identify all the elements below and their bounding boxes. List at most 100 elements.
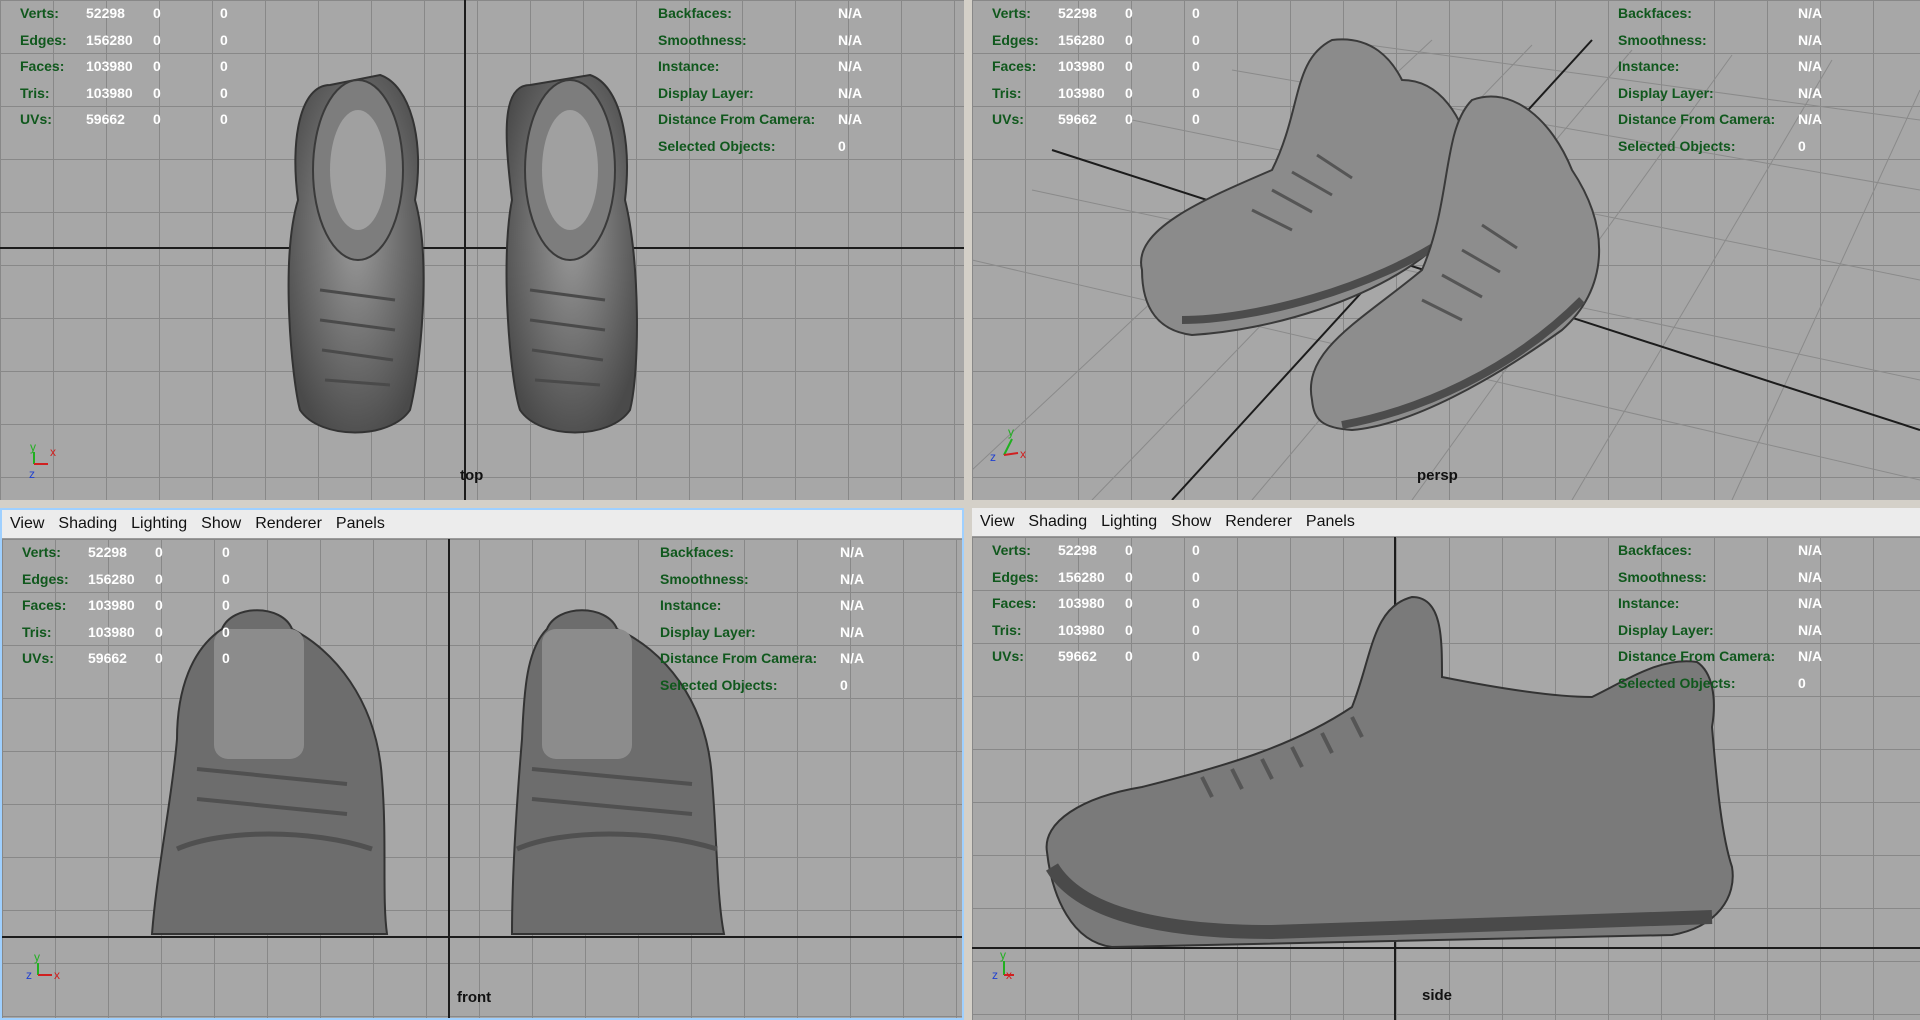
- hud-info-row: Distance From Camera: N/A: [1618, 106, 1822, 133]
- hud-stat-label: Faces:: [992, 595, 1037, 611]
- hud-info-label: Backfaces:: [660, 544, 734, 560]
- hud-stat-row: UVs: 59662 0 0: [22, 645, 230, 672]
- menu-renderer[interactable]: Renderer: [1225, 513, 1292, 531]
- hud-info-value: N/A: [1798, 542, 1823, 558]
- hud-stat-value: 156280: [1058, 568, 1105, 585]
- hud-stat-row: UVs: 59662 0 0: [992, 643, 1200, 670]
- hud-info-label: Display Layer:: [660, 623, 756, 640]
- hud-stat-value: 0: [1192, 31, 1200, 48]
- hud-info-row: Selected Objects: 0: [1618, 133, 1822, 160]
- viewport-side-panel[interactable]: View Shading Lighting Show Renderer Panels Ve…: [972, 508, 1920, 1020]
- menu-show[interactable]: Show: [1171, 513, 1211, 531]
- hud-stat-row: Tris: 103980 0 0: [20, 80, 228, 107]
- hud-stat-row: Tris: 103980 0 0: [992, 617, 1200, 644]
- hud-stat-value: 0: [1192, 84, 1200, 101]
- hud-stat-value: 156280: [1058, 31, 1105, 48]
- hud-stat-label: UVs:: [992, 111, 1024, 127]
- hud-stat-row: Faces: 103980 0 0: [992, 590, 1200, 617]
- hud-stat-label: Edges:: [22, 570, 69, 587]
- menu-panels[interactable]: Panels: [336, 515, 385, 533]
- axis-y-label: y: [1000, 949, 1006, 962]
- axis-x-label: x: [54, 968, 60, 982]
- hud-stat-label: UVs:: [20, 111, 52, 127]
- hud-info-row: Selected Objects: 0: [1618, 670, 1822, 697]
- hud-stat-value: 0: [153, 5, 161, 21]
- hud-stat-row: UVs: 59662 0 0: [992, 106, 1200, 133]
- hud-stat-row: Edges: 156280 0 0: [992, 27, 1200, 54]
- hud-stat-row: Tris: 103980 0 0: [22, 619, 230, 646]
- hud-stat-label: Tris:: [992, 84, 1022, 101]
- hud-info-value: N/A: [838, 5, 863, 21]
- hud-stat-value: 0: [1192, 621, 1200, 638]
- hud-stat-value: 0: [220, 84, 228, 101]
- hud-info-row: Display Layer: N/A: [660, 619, 864, 646]
- hud-stat-value: 0: [1125, 31, 1133, 48]
- hud-stat-value: 0: [155, 650, 163, 666]
- hud-info-value: N/A: [840, 570, 865, 587]
- viewport-front-panel[interactable]: View Shading Lighting Show Renderer Panels Ve…: [0, 508, 964, 1020]
- hud-stat-value: 59662: [1058, 648, 1097, 664]
- hud-stat-row: Verts: 52298 0 0: [992, 0, 1200, 27]
- hud-poly-stats: Verts: 52298 0 0 Edges: 156280 0 0 Faces: 103980 0…: [20, 0, 228, 133]
- hud-stat-value: 0: [1125, 648, 1133, 664]
- axis-z-label: z: [26, 968, 32, 982]
- view-axis-gizmo: y x z: [984, 948, 1024, 989]
- hud-info-label: Distance From Camera:: [1618, 648, 1776, 664]
- menu-show[interactable]: Show: [201, 515, 241, 533]
- viewport-top-panel[interactable]: Verts: 52298 0 0 Edges: 156280 0 0 Faces: 103980 0…: [0, 0, 964, 500]
- hud-stat-value: 59662: [88, 650, 127, 666]
- menu-lighting[interactable]: Lighting: [131, 515, 187, 533]
- hud-info-label: Smoothness:: [658, 31, 747, 48]
- viewport-side[interactable]: Verts: 52298 0 0 Edges: 156280 0 0 Faces: 103980 0…: [972, 537, 1920, 1020]
- menu-view[interactable]: View: [10, 515, 44, 533]
- camera-label-side: side: [1422, 987, 1453, 1004]
- hud-info-row: Instance: N/A: [1618, 53, 1822, 80]
- camera-label-front: front: [457, 989, 492, 1006]
- viewport-persp[interactable]: Verts: 52298 0 0 Edges: 156280 0 0 Faces: 103980 0…: [972, 0, 1920, 500]
- hud-info-row: Instance: N/A: [1618, 590, 1822, 617]
- hud-stat-value: 0: [1125, 58, 1133, 74]
- hud-stat-value: 103980: [1058, 595, 1105, 611]
- hud-object-info: Backfaces: N/A Smoothness: N/A Instance: N/A D…: [660, 539, 864, 698]
- menu-lighting[interactable]: Lighting: [1101, 513, 1157, 531]
- camera-label-top: top: [460, 467, 484, 484]
- hud-stat-value: 0: [1125, 111, 1133, 127]
- menu-renderer[interactable]: Renderer: [255, 515, 322, 533]
- hud-stat-value: 52298: [86, 5, 125, 21]
- hud-info-label: Distance From Camera:: [658, 111, 816, 127]
- hud-info-row: Display Layer: N/A: [1618, 617, 1822, 644]
- axis-z-label: z: [29, 467, 35, 480]
- panel-menubar: View Shading Lighting Show Renderer Panels: [972, 508, 1920, 537]
- hud-info-label: Backfaces:: [1618, 542, 1692, 558]
- axis-z-label: z: [990, 450, 996, 464]
- hud-info-row: Backfaces: N/A: [660, 539, 864, 566]
- hud-info-value: N/A: [840, 623, 865, 640]
- hud-object-info: Backfaces: N/A Smoothness: N/A Instance: N/A D…: [1618, 0, 1822, 159]
- hud-stat-value: 0: [155, 544, 163, 560]
- view-axis-gizmo: y x z: [24, 440, 64, 481]
- hud-stat-value: 59662: [1058, 111, 1097, 127]
- menu-shading[interactable]: Shading: [58, 515, 117, 533]
- hud-stat-row: Tris: 103980 0 0: [992, 80, 1200, 107]
- hud-stat-label: Verts:: [22, 544, 61, 560]
- camera-label-persp: persp: [1417, 467, 1458, 484]
- hud-stat-value: 103980: [1058, 621, 1105, 638]
- axis-y-label: y: [34, 950, 40, 964]
- hud-stat-value: 0: [1125, 542, 1133, 558]
- hud-stat-value: 52298: [1058, 5, 1097, 21]
- hud-stat-value: 52298: [88, 544, 127, 560]
- hud-info-value: 0: [1798, 137, 1806, 154]
- menu-view[interactable]: View: [980, 513, 1014, 531]
- viewport-front[interactable]: Verts: 52298 0 0 Edges: 156280 0 0 Faces: 103980 0…: [2, 539, 962, 1018]
- viewport-persp-panel[interactable]: Verts: 52298 0 0 Edges: 156280 0 0 Faces: 103980 0…: [972, 0, 1920, 500]
- menu-shading[interactable]: Shading: [1028, 513, 1087, 531]
- viewport-top[interactable]: Verts: 52298 0 0 Edges: 156280 0 0 Faces: 103980 0…: [0, 0, 964, 500]
- shoe-left: [287, 73, 425, 434]
- menu-panels[interactable]: Panels: [1306, 513, 1355, 531]
- hud-stat-value: 103980: [86, 58, 133, 74]
- hud-info-value: N/A: [1798, 621, 1823, 638]
- hud-stat-value: 0: [1192, 595, 1200, 611]
- hud-info-label: Display Layer:: [658, 84, 754, 101]
- hud-stat-row: Verts: 52298 0 0: [992, 537, 1200, 564]
- hud-info-label: Backfaces:: [658, 5, 732, 21]
